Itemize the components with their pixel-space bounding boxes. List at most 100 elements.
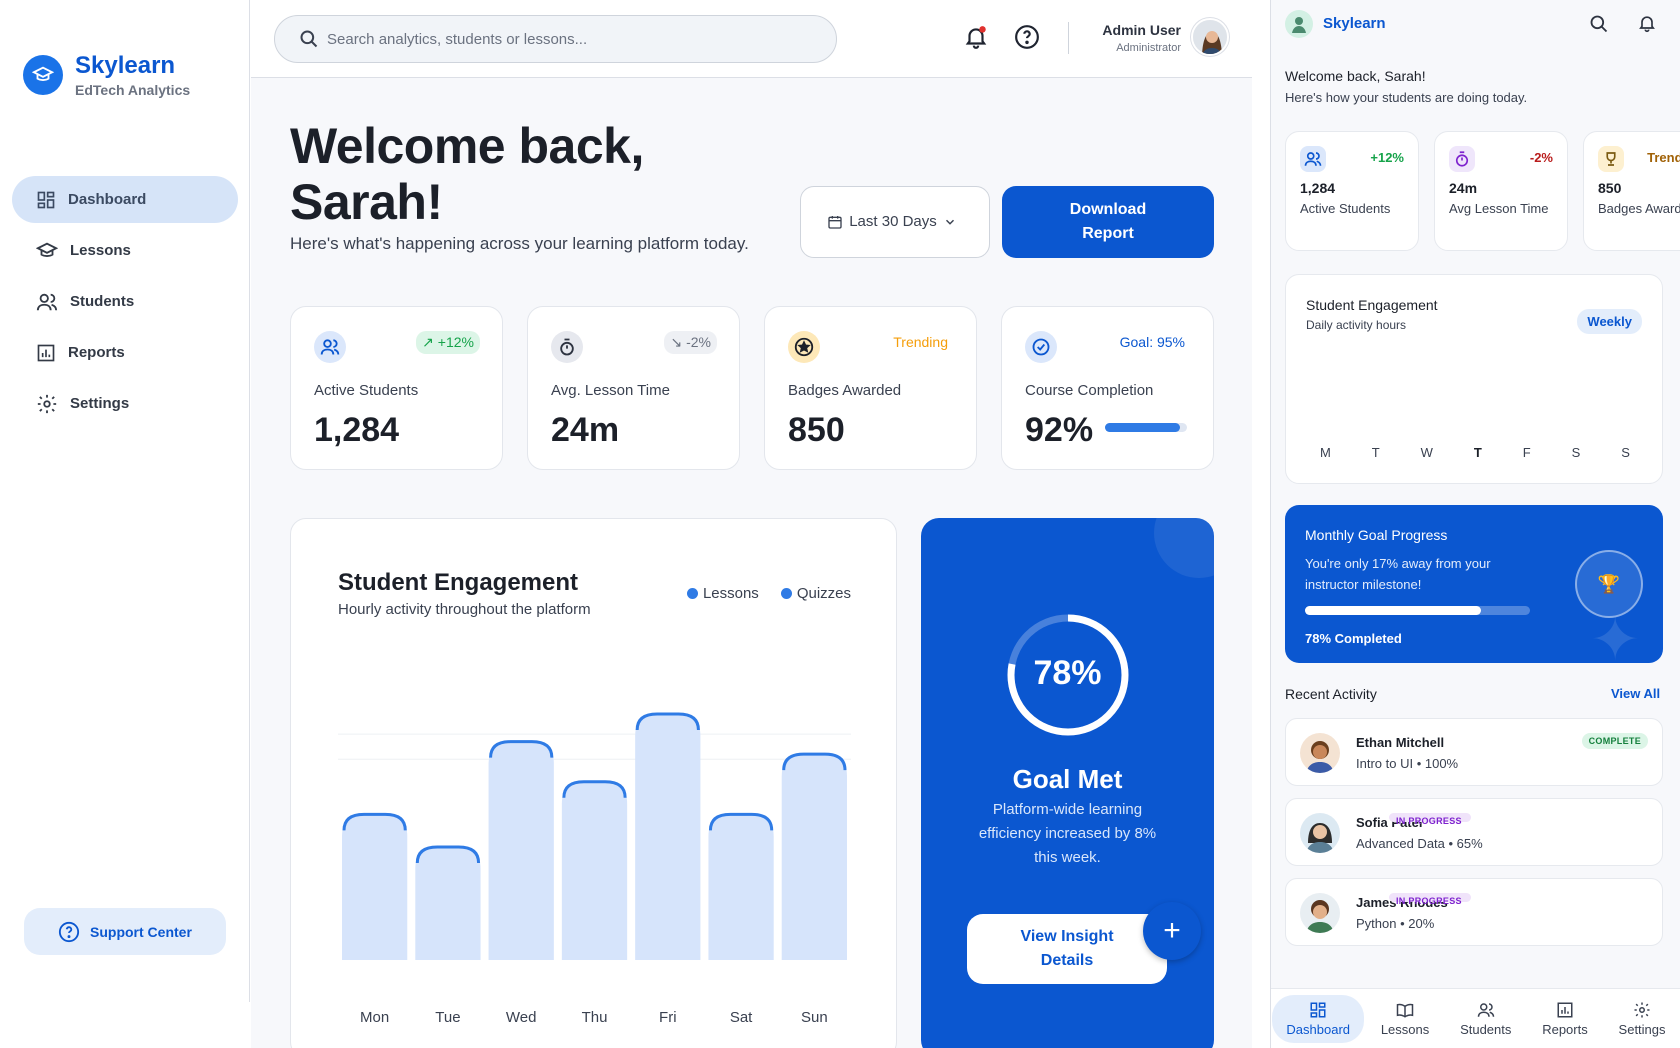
mobile-panel: Skylearn Welcome back, Sarah! Here's how… — [1270, 0, 1680, 1048]
view-all-link[interactable]: View All — [1611, 686, 1660, 701]
bar-chart-icon — [37, 344, 55, 361]
panel-header: Skylearn — [1271, 0, 1680, 48]
bottom-nav-settings[interactable]: Settings — [1605, 995, 1680, 1043]
bottom-nav-label: Students — [1460, 1021, 1512, 1037]
sidebar-item-label: Settings — [70, 395, 130, 412]
support-center-button[interactable]: Support Center — [24, 908, 226, 955]
trend-badge: Trending — [1647, 150, 1680, 165]
activity-item[interactable]: Ethan Mitchell Intro to UI • 100% COMPLE… — [1285, 718, 1663, 786]
avatar — [1300, 813, 1340, 853]
graduation-cap-icon — [23, 55, 63, 95]
stat-value: 1,284 — [1300, 180, 1336, 196]
view-insight-button[interactable]: View Insight Details — [967, 914, 1167, 984]
sidebar-item-settings[interactable]: Settings — [12, 380, 238, 427]
goal-badge: Goal: 95% — [1119, 334, 1185, 350]
brand-subtitle: EdTech Analytics — [75, 82, 191, 98]
page-subtitle: Here's what's happening across your lear… — [290, 234, 749, 253]
sidebar-item-label: Dashboard — [68, 191, 147, 208]
bar-mon[interactable] — [342, 812, 408, 960]
timer-icon — [551, 331, 583, 363]
avatar[interactable] — [1285, 10, 1313, 38]
support-label: Support Center — [90, 923, 192, 940]
user-info[interactable]: Admin User Administrator — [1101, 22, 1181, 54]
main-content: Admin User Administrator Welcome back, S… — [251, 0, 1252, 1048]
brand-name: Skylearn — [75, 52, 176, 79]
bottom-nav-label: Lessons — [1380, 1021, 1430, 1037]
page-title: Welcome back, Sarah! — [290, 118, 644, 230]
bottom-nav-reports[interactable]: Reports — [1528, 995, 1602, 1043]
panel-engagement-card: Student Engagement Daily activity hours … — [1285, 274, 1663, 484]
stat-card-active-students[interactable]: ↗ +12% Active Students 1,284 — [290, 306, 503, 470]
bar-sun[interactable] — [781, 752, 847, 960]
progress-fill — [1305, 606, 1481, 615]
day-label: S — [1571, 445, 1581, 460]
bottom-nav-lessons[interactable]: Lessons — [1367, 995, 1443, 1043]
add-button[interactable]: + — [1143, 902, 1201, 960]
stat-label: Avg. Lesson Time — [551, 382, 670, 399]
sidebar-item-lessons[interactable]: Lessons — [12, 227, 238, 274]
bottom-nav-dashboard[interactable]: Dashboard — [1272, 994, 1365, 1043]
brand[interactable]: Skylearn EdTech Analytics — [23, 52, 190, 98]
x-tick-label: Wed — [506, 1009, 537, 1026]
dashboard-icon — [1310, 1002, 1326, 1017]
help-button[interactable] — [1014, 24, 1040, 50]
weekly-toggle[interactable]: Weekly — [1577, 309, 1642, 334]
bell-icon[interactable] — [1637, 13, 1657, 33]
panel-stat-card[interactable]: +12% 1,284 Active Students — [1285, 131, 1419, 251]
sidebar-item-dashboard[interactable]: Dashboard — [12, 176, 238, 223]
course-progress: Python • 20% — [1356, 916, 1435, 931]
avatar[interactable] — [1191, 18, 1229, 56]
goal-title: Goal Met — [1012, 764, 1123, 794]
panel-welcome: Welcome back, Sarah! — [1285, 68, 1426, 84]
bar-wed[interactable] — [488, 740, 554, 960]
date-range-select[interactable]: Last 30 Days — [800, 186, 990, 258]
bottom-nav-label: Reports — [1542, 1021, 1588, 1037]
activity-item[interactable]: Sofia Patel Advanced Data • 65% IN PROGR… — [1285, 798, 1663, 866]
stat-card-avg-lesson-time[interactable]: ↘ -2% Avg. Lesson Time 24m — [527, 306, 740, 470]
stat-card-course-completion[interactable]: Goal: 95% Course Completion 92% — [1001, 306, 1214, 470]
search-icon — [300, 30, 318, 48]
bar-sat[interactable] — [708, 812, 774, 960]
panel-welcome-subtitle: Here's how your students are doing today… — [1285, 90, 1528, 105]
bottom-nav: Dashboard Lessons Students Reports Setti… — [1271, 988, 1680, 1048]
bar-chart-icon — [1557, 1002, 1573, 1017]
status-badge: COMPLETE — [1581, 733, 1648, 749]
sidebar-item-reports[interactable]: Reports — [12, 329, 238, 376]
completion-progress-bar — [1105, 423, 1187, 432]
download-report-button[interactable]: Download Report — [1002, 186, 1214, 258]
trend-badge: +12% — [1370, 150, 1404, 165]
search-icon[interactable] — [1589, 14, 1609, 34]
graduation-cap-icon — [36, 242, 58, 257]
sidebar-item-students[interactable]: Students — [12, 278, 238, 325]
decorative-circle — [1154, 518, 1214, 578]
bar-thu[interactable] — [561, 780, 628, 960]
student-name: Ethan Mitchell — [1356, 735, 1445, 750]
stat-value: 92% — [1025, 411, 1094, 449]
bottom-nav-label: Settings — [1618, 1021, 1666, 1037]
bar-fri[interactable] — [635, 712, 701, 960]
engagement-chart-card: Student Engagement Hourly activity throu… — [290, 518, 897, 1048]
x-tick-label: Sat — [730, 1009, 753, 1026]
bar-tue[interactable] — [415, 845, 481, 960]
card-text: You're only 17% away from your instructo… — [1305, 556, 1491, 592]
panel-stat-card[interactable]: -2% 24m Avg Lesson Time — [1434, 131, 1568, 251]
x-tick-label: Tue — [435, 1009, 460, 1026]
stat-value: 24m — [551, 411, 620, 449]
goal-card: 78% Goal Met Platform-wide learning effi… — [921, 518, 1214, 1048]
bar-chart: Mon Tue Wed Thu Fri Sat Sun — [338, 712, 851, 1026]
panel-stat-card[interactable]: Trending 850 Badges Awarded — [1583, 131, 1680, 251]
goal-progress-bar — [1305, 606, 1530, 615]
notifications-button[interactable] — [963, 24, 989, 50]
avatar — [1300, 733, 1340, 773]
sidebar-item-label: Lessons — [70, 242, 131, 259]
x-tick-label: Thu — [582, 1009, 608, 1026]
stat-card-badges-awarded[interactable]: Trending Badges Awarded 850 — [764, 306, 977, 470]
search-input[interactable] — [327, 30, 807, 48]
help-icon — [1015, 25, 1039, 49]
activity-item[interactable]: James Rhodes Python • 20% IN PROGRESS — [1285, 878, 1663, 946]
bottom-nav-students[interactable]: Students — [1446, 995, 1525, 1043]
timer-icon — [1449, 146, 1475, 172]
book-icon — [1396, 1003, 1414, 1018]
search-bar[interactable] — [274, 15, 837, 63]
gear-icon — [37, 394, 57, 413]
